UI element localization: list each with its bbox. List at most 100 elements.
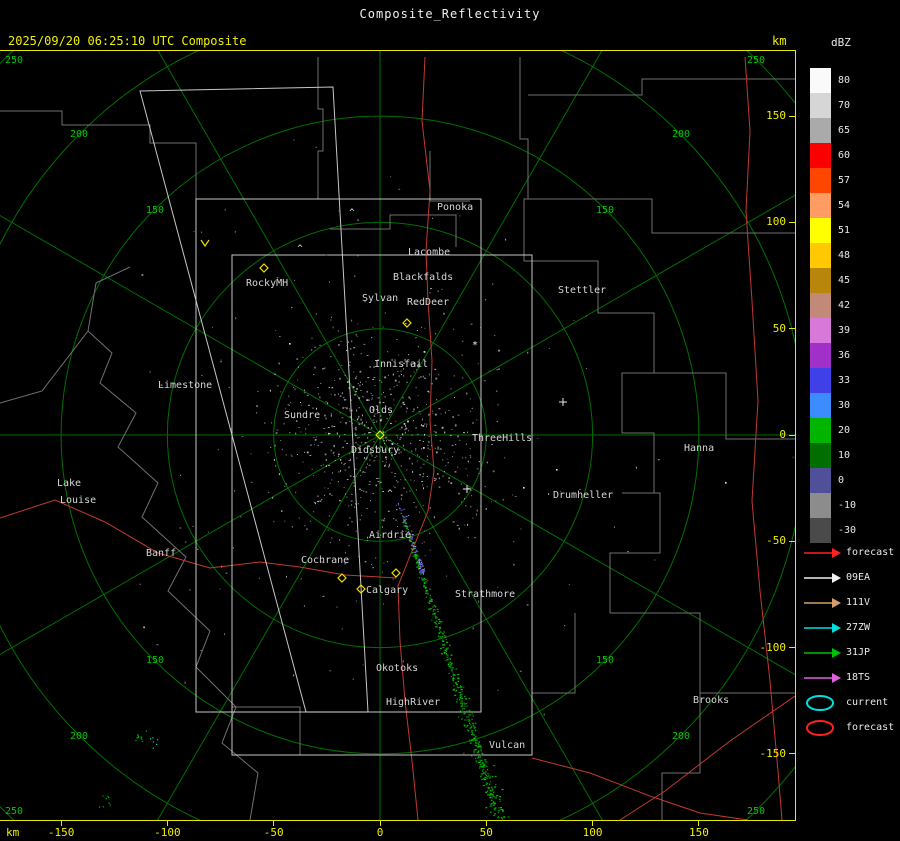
- plus-marker-icon: [559, 398, 567, 406]
- highway-line: [531, 757, 749, 820]
- city-label-threehills: ThreeHills: [472, 433, 532, 444]
- y-axis: 150 100 50 0 -50 -100 -150: [756, 51, 796, 820]
- city-label-vulcan: Vulcan: [489, 740, 525, 751]
- azimuth-spoke: [157, 51, 381, 436]
- dbz-value-label: 36: [838, 350, 851, 361]
- y-axis-tick-label: -100: [759, 640, 787, 654]
- y-axis-tick: [789, 221, 795, 223]
- legend-sidebar: dBZ 80 70 65 60 57 54 51 48 45 42 39 36 33 30 20 10 0 -10…: [798, 0, 900, 841]
- city-label-stettler: Stettler: [558, 285, 606, 296]
- city-label-lake: Lake: [57, 478, 81, 489]
- dbz-value-label: 60: [838, 150, 851, 161]
- x-axis-tick-label: 100: [582, 826, 603, 839]
- azimuth-spoke: [0, 434, 381, 656]
- y-axis-tick: [789, 328, 795, 330]
- track-label: forecast: [846, 547, 895, 558]
- caret-marker-icon: ^: [387, 489, 393, 499]
- dbz-value-label: 20: [838, 425, 851, 436]
- track-arrow-icon: [804, 648, 841, 658]
- ring-distance-labels: 150 150150 150200 200200 200250 250250 250: [5, 55, 765, 817]
- highway-line: [0, 499, 397, 579]
- track-legend-row: 09EA: [798, 566, 900, 590]
- radar-site-diamond-icon: [391, 568, 401, 578]
- county-boundary-line: [609, 492, 661, 613]
- city-label-didsbury: Didsbury: [351, 445, 399, 456]
- city-label-olds: Olds: [369, 405, 393, 416]
- dbz-color-swatch: [810, 293, 831, 318]
- x-axis-tick-label: 50: [479, 826, 493, 839]
- radar-coverage-boxes: [139, 86, 533, 756]
- ring-distance-label: 250: [5, 55, 23, 66]
- city-label-okotoks: Okotoks: [376, 663, 418, 674]
- city-label-blackfalds: Blackfalds: [393, 272, 453, 283]
- dbz-color-swatch: [810, 343, 831, 368]
- dbz-color-swatch: [810, 493, 831, 518]
- y-axis-tick: [789, 434, 795, 436]
- city-label-innisfail: Innisfail: [374, 359, 428, 370]
- county-boundary-line: [232, 706, 301, 755]
- arrow-marker-icon: [200, 239, 210, 248]
- county-boundary-line: [0, 110, 197, 199]
- dbz-value-label: 45: [838, 275, 851, 286]
- track-arrow-icon: [804, 673, 841, 683]
- x-axis: km -150 -100 -50 0 50 100 150: [0, 821, 795, 841]
- ring-distance-label: 150: [146, 655, 164, 666]
- ring-distance-label: 150: [596, 655, 614, 666]
- city-label-ponoka: Ponoka: [437, 202, 473, 213]
- dbz-color-swatch: [810, 268, 831, 293]
- azimuth-spoke: [0, 214, 381, 436]
- dbz-color-swatch: [810, 118, 831, 143]
- dbz-color-swatch: [810, 193, 831, 218]
- county-boundary-line: [330, 214, 457, 247]
- timestamp-label: 2025/09/20 06:25:10 UTC Composite: [8, 34, 247, 48]
- city-label-strathmore: Strathmore: [455, 589, 515, 600]
- radar-app-window: { "window": { "title": "Composite_Reflec…: [0, 0, 900, 841]
- titlebar: Composite_Reflectivity: [0, 7, 900, 21]
- x-axis-unit-label: km: [6, 826, 20, 839]
- dbz-color-swatch: [810, 143, 831, 168]
- track-arrow-icon: [804, 623, 841, 633]
- coverage-box: [231, 254, 533, 756]
- y-axis-tick-label: 100: [766, 215, 786, 229]
- radar-site-diamond-icon: [259, 263, 269, 273]
- azimuth-spoke: [379, 434, 795, 676]
- city-label-drumheller: Drumheller: [553, 490, 613, 501]
- x-axis-tick-label: 0: [376, 826, 384, 839]
- city-label-hanna: Hanna: [684, 443, 714, 454]
- city-label-airdrie: Airdrie: [369, 530, 411, 541]
- y-axis-tick: [789, 540, 795, 542]
- star-marker-icon: *: [472, 340, 478, 351]
- city-label-highriver: HighRiver: [386, 697, 440, 708]
- ring-distance-label: 150: [596, 205, 614, 216]
- track-label: 31JP: [846, 647, 871, 658]
- track-arrow-icon: [804, 598, 841, 608]
- dot-marker-icon: [523, 487, 525, 489]
- dot-marker-icon: [289, 343, 291, 345]
- dbz-color-swatch: [810, 418, 831, 443]
- ring-distance-label: 250: [5, 806, 23, 817]
- county-boundary-line: [317, 57, 324, 199]
- y-axis-tick: [789, 753, 795, 755]
- dbz-color-swatch: [810, 218, 831, 243]
- track-arrow-icon: [804, 573, 841, 583]
- track-label: 09EA: [846, 572, 871, 583]
- city-label-lacombe: Lacombe: [408, 247, 450, 258]
- dbz-value-label: 51: [838, 225, 851, 236]
- y-axis-tick-label: 150: [766, 109, 786, 123]
- dbz-value-label: 65: [838, 125, 851, 136]
- dbz-value-label: 54: [838, 200, 851, 211]
- dbz-color-swatch: [810, 518, 831, 543]
- track-label: 27ZW: [846, 622, 871, 633]
- city-label-louise: Louise: [60, 495, 96, 506]
- county-boundary-line: [524, 198, 795, 234]
- radar-map-display: 150 150150 150200 200200 200250 250250 250*^^^…: [0, 51, 795, 820]
- ellipse-legend-row: forecast: [798, 716, 900, 740]
- track-legend-row: 111V: [798, 591, 900, 615]
- county-boundary-line: [532, 613, 576, 694]
- county-boundary-line: [519, 57, 529, 261]
- city-labels: Ponoka Lacombe Blackfalds Sylvan RedDeer Rock…: [57, 202, 729, 751]
- dbz-value-label: 48: [838, 250, 851, 261]
- x-axis-tick-label: -100: [154, 826, 181, 839]
- dbz-value-label: 39: [838, 325, 851, 336]
- city-label-rockymh: RockyMH: [246, 278, 288, 289]
